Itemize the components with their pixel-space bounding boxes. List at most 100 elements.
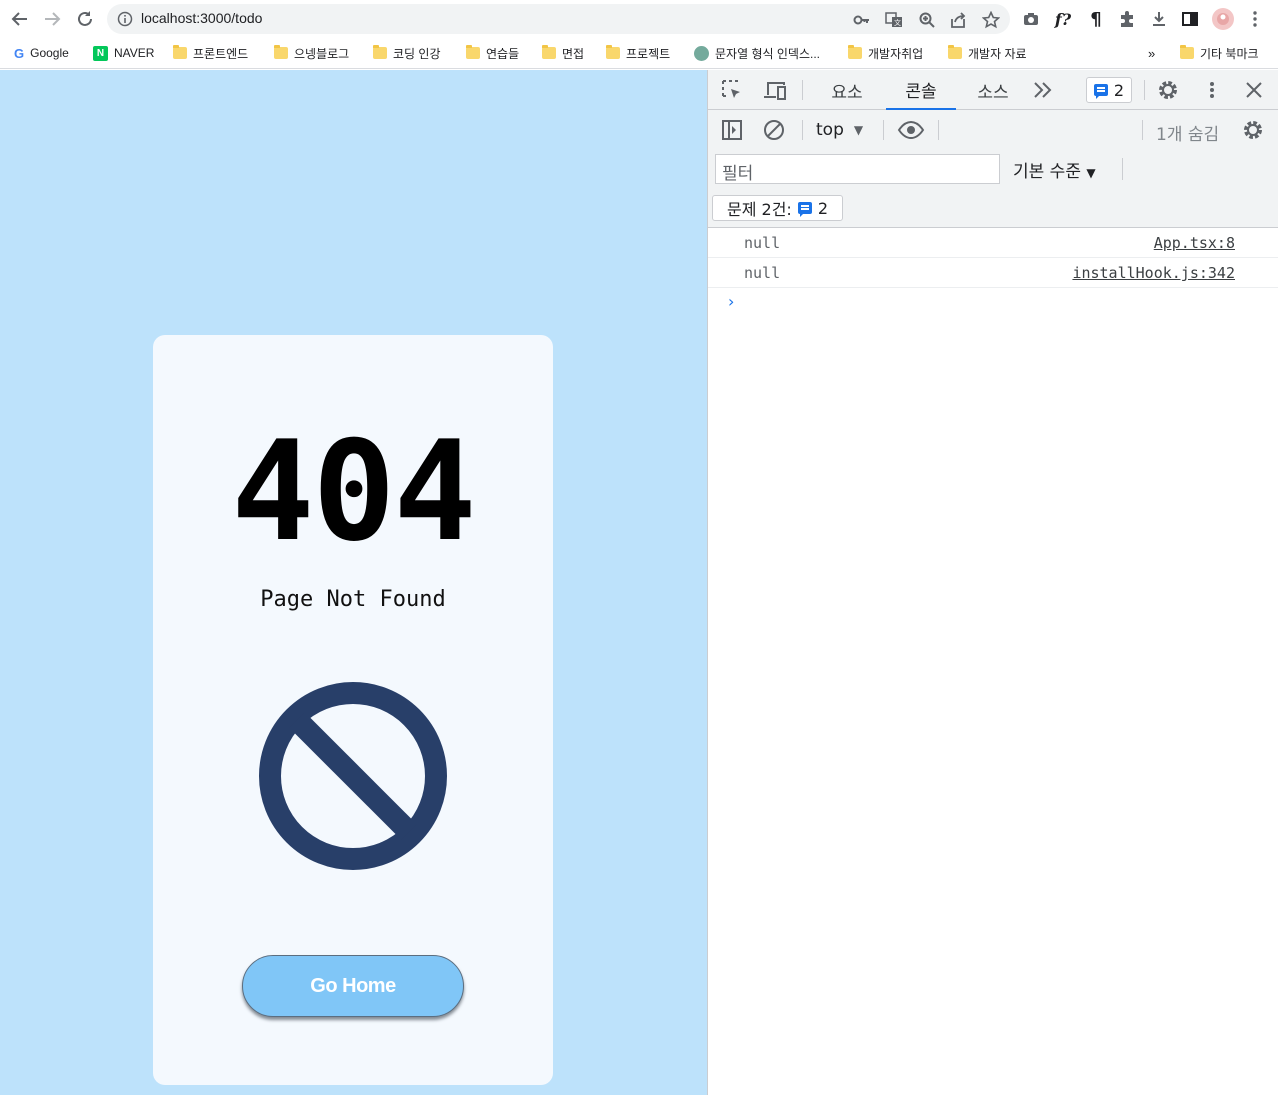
bookmark-folder[interactable]: 면접: [542, 43, 584, 63]
log-levels-label: 기본 수준: [1013, 162, 1081, 182]
bookmark-folder[interactable]: 프론트엔드: [173, 43, 248, 63]
issues-button[interactable]: 문제 2건: 2: [712, 195, 843, 221]
context-selector[interactable]: top ▼: [816, 120, 863, 140]
bookmark-label: 프론트엔드: [193, 46, 249, 61]
divider: [1142, 120, 1143, 140]
bookmark-folder[interactable]: 프로젝트: [606, 43, 670, 63]
back-icon[interactable]: [8, 7, 32, 31]
bookmark-chatgpt[interactable]: 문자열 형식 인덱스...: [694, 43, 820, 63]
forward-icon[interactable]: [40, 7, 64, 31]
naver-icon: N: [93, 45, 108, 61]
log-message: null: [744, 264, 781, 282]
sidebar-toggle-icon[interactable]: [720, 118, 744, 142]
hidden-messages-count: 1개 숨김: [1156, 125, 1220, 145]
side-panel-icon[interactable]: [1180, 9, 1200, 29]
pilcrow-extension-icon[interactable]: ¶: [1086, 9, 1106, 30]
key-icon[interactable]: [853, 11, 871, 29]
folder-icon: [848, 45, 862, 59]
menu-kebab-icon[interactable]: [1245, 9, 1265, 29]
console-prompt[interactable]: ›: [728, 292, 734, 311]
filter-input[interactable]: 필터: [715, 154, 1000, 184]
zoom-icon[interactable]: [918, 11, 936, 29]
inspect-element-icon[interactable]: [720, 78, 744, 102]
profile-avatar[interactable]: [1212, 8, 1234, 30]
translate-icon[interactable]: 文: [885, 11, 903, 29]
url-text: localhost:3000/todo: [141, 10, 263, 26]
issues-count: 2: [1113, 80, 1125, 100]
tab-console[interactable]: 콘솔: [886, 70, 956, 110]
console-settings-gear-icon[interactable]: [1241, 118, 1265, 142]
bookmark-folder[interactable]: 으넹블로그: [274, 43, 349, 63]
divider: [1144, 80, 1145, 100]
camera-extension-icon[interactable]: [1021, 9, 1041, 29]
other-bookmarks[interactable]: 기타 북마크: [1180, 43, 1259, 63]
log-levels-dropdown[interactable]: 기본 수준 ▼: [1013, 157, 1096, 182]
page-viewport: 404 Page Not Found Go Home: [0, 70, 707, 1095]
log-source-link[interactable]: App.tsx:8: [1154, 234, 1235, 252]
bookmark-label: 개발자취업: [868, 46, 924, 61]
share-icon[interactable]: [949, 11, 967, 29]
console-toolbar: top ▼ 1개 숨김: [708, 110, 1278, 150]
go-home-button[interactable]: Go Home: [242, 955, 464, 1017]
not-found-card: 404 Page Not Found Go Home: [153, 335, 553, 1085]
device-toolbar-icon[interactable]: [762, 78, 788, 102]
prohibited-icon: [259, 682, 447, 870]
folder-icon: [373, 45, 387, 59]
log-message: null: [744, 234, 781, 252]
bookmark-star-icon[interactable]: [982, 11, 1000, 29]
folder-icon: [466, 45, 480, 59]
folder-icon: [173, 45, 187, 59]
issues-counter-button[interactable]: 2: [1086, 77, 1132, 103]
bookmark-label: 기타 북마크: [1200, 46, 1259, 61]
bookmark-label: 문자열 형식 인덱스...: [715, 46, 820, 61]
live-expression-eye-icon[interactable]: [896, 118, 926, 142]
font-finder-extension-icon[interactable]: f?: [1053, 9, 1073, 29]
svg-text:文: 文: [894, 18, 901, 27]
openai-icon: [694, 45, 709, 61]
folder-icon: [542, 45, 556, 59]
tab-elements[interactable]: 요소: [816, 70, 878, 110]
divider: [938, 120, 939, 140]
devtools-menu-icon[interactable]: [1200, 78, 1224, 102]
bookmark-folder[interactable]: 개발자 자료: [948, 43, 1027, 63]
divider: [1122, 158, 1123, 180]
issues-label: 문제 2건:: [726, 200, 792, 219]
devtools-tab-bar: 요소 콘솔 소스 2: [708, 70, 1278, 110]
log-source-link[interactable]: installHook.js:342: [1072, 264, 1235, 282]
bookmark-google[interactable]: G Google: [14, 43, 69, 63]
folder-icon: [948, 45, 962, 59]
console-message: null App.tsx:8: [708, 229, 1278, 258]
devtools-panel: 요소 콘솔 소스 2 top ▼ 1개 숨김 필터 기본 수준 ▼ 문제 2건:…: [707, 70, 1278, 1095]
bookmarks-bar: G Google N NAVER 프론트엔드 으넹블로그 코딩 인강 연습들 면…: [0, 38, 1278, 69]
console-message: null installHook.js:342: [708, 259, 1278, 288]
extensions-puzzle-icon[interactable]: [1117, 9, 1137, 29]
site-info-icon[interactable]: [117, 11, 133, 31]
bookmark-folder[interactable]: 개발자취업: [848, 43, 923, 63]
bookmark-label: NAVER: [114, 46, 155, 60]
reload-icon[interactable]: [73, 7, 97, 31]
clear-console-icon[interactable]: [762, 118, 786, 142]
issues-icon: [797, 202, 812, 217]
bookmarks-overflow-button[interactable]: »: [1148, 43, 1155, 63]
bookmark-label: 으넹블로그: [294, 46, 350, 61]
download-icon[interactable]: [1149, 9, 1169, 29]
bookmark-label: 개발자 자료: [968, 46, 1027, 61]
bookmark-label: Google: [30, 46, 69, 60]
issues-icon: [1093, 84, 1108, 99]
dropdown-arrow-icon: ▼: [1086, 166, 1096, 180]
issues-bar: 문제 2건: 2: [708, 188, 1278, 228]
more-tabs-chevron-icon[interactable]: [1030, 78, 1056, 102]
address-bar[interactable]: localhost:3000/todo 文: [107, 4, 1010, 34]
error-message: Page Not Found: [260, 587, 446, 612]
bookmark-label: 프로젝트: [626, 46, 671, 61]
close-icon[interactable]: [1242, 78, 1266, 102]
settings-gear-icon[interactable]: [1156, 78, 1180, 102]
console-filter-bar: 필터 기본 수준 ▼: [708, 150, 1278, 188]
bookmark-folder[interactable]: 연습들: [466, 43, 519, 63]
bookmark-folder[interactable]: 코딩 인강: [373, 43, 441, 63]
bookmark-label: 연습들: [486, 46, 520, 61]
error-code: 404: [231, 411, 476, 572]
context-label: top: [816, 120, 844, 140]
tab-sources[interactable]: 소스: [962, 70, 1024, 110]
bookmark-naver[interactable]: N NAVER: [93, 43, 154, 63]
